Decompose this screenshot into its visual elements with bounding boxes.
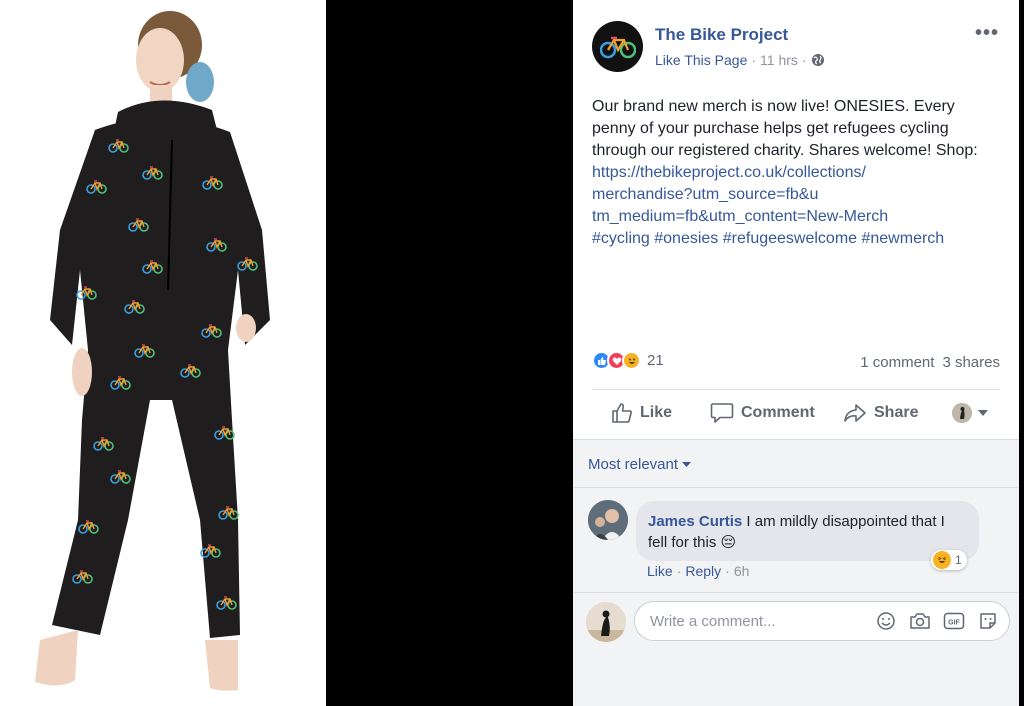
sticker-icon[interactable] <box>977 610 999 632</box>
shop-link-cont[interactable]: tm_medium=fb&utm_content=New-Merch <box>592 208 888 225</box>
speech-bubble-icon <box>710 403 734 423</box>
post-options-button[interactable]: ••• <box>975 22 999 45</box>
like-page-link[interactable]: Like This Page <box>655 52 747 68</box>
globe-icon <box>811 54 824 66</box>
meta-separator: · <box>751 52 757 68</box>
current-user-avatar <box>586 602 626 642</box>
image-viewer-background <box>326 0 573 706</box>
comment-like-link[interactable]: Like <box>647 563 673 579</box>
haha-reaction-icon <box>622 351 641 370</box>
comment-reaction-badge[interactable]: 1 <box>931 550 967 570</box>
post-as-selector[interactable] <box>952 403 988 423</box>
engagement-counts: 1 comment 3 shares <box>860 354 1000 371</box>
like-label: Like <box>640 404 673 421</box>
comment-button[interactable]: Comment <box>710 402 815 424</box>
reactions-summary[interactable]: 21 <box>592 351 664 370</box>
shop-label: Shop: <box>935 142 978 159</box>
meta-separator: · <box>676 563 682 579</box>
commenter-avatar[interactable] <box>588 500 628 540</box>
viewer-avatar <box>952 403 972 423</box>
share-count-link[interactable]: 3 shares <box>942 354 1000 371</box>
comment-bubble: James Curtis I am mildly disappointed th… <box>636 501 979 561</box>
haha-reaction-icon <box>933 551 951 569</box>
comment-input[interactable]: Write a comment... GIF <box>634 601 1010 641</box>
comment-reaction-count: 1 <box>955 553 962 567</box>
share-button[interactable]: Share <box>843 402 918 424</box>
hashtags[interactable]: #cycling #onesies #refugeeswelcome #newm… <box>592 230 944 247</box>
meta-separator: · <box>725 563 730 579</box>
comment-sort-dropdown[interactable]: Most relevant <box>588 456 692 473</box>
smiley-icon[interactable] <box>875 610 897 632</box>
shop-link[interactable]: https://thebikeproject.co.uk/collections… <box>592 164 866 181</box>
caret-down-icon <box>682 462 692 467</box>
like-button[interactable]: Like <box>611 402 672 424</box>
post-body: Our brand new merch is now live! ONESIES… <box>592 96 992 250</box>
camera-icon[interactable] <box>909 610 931 632</box>
viewer-edge <box>1019 0 1024 706</box>
comment-reply-link[interactable]: Reply <box>685 563 721 579</box>
divider <box>592 389 1000 390</box>
page-avatar[interactable] <box>592 21 643 72</box>
comment-emoji: 😔 <box>720 534 737 551</box>
comment-sort-label: Most relevant <box>588 456 679 473</box>
comment-actions: Like · Reply · 6h <box>647 563 749 579</box>
post-time[interactable]: 11 hrs <box>760 52 798 68</box>
reaction-count[interactable]: 21 <box>647 352 664 369</box>
bicycle-logo-icon <box>599 36 636 58</box>
onesie-model-illustration <box>35 11 270 691</box>
comment-input-placeholder: Write a comment... <box>650 613 776 630</box>
divider <box>573 592 1019 593</box>
meta-separator: · <box>801 52 807 68</box>
comment-label: Comment <box>741 404 815 421</box>
share-label: Share <box>874 404 919 421</box>
gif-icon[interactable]: GIF <box>943 610 965 632</box>
page-name-link[interactable]: The Bike Project <box>655 25 788 45</box>
post-meta: Like This Page · 11 hrs · <box>655 52 825 68</box>
post-body-text: Our brand new merch is now live! ONESIES… <box>592 98 955 159</box>
shop-link-cont[interactable]: merchandise?utm_source=fb&u <box>592 186 818 203</box>
divider <box>573 487 1019 488</box>
share-arrow-icon <box>844 404 866 422</box>
comment-time[interactable]: 6h <box>734 563 750 579</box>
svg-text:GIF: GIF <box>948 620 960 627</box>
comment-tools: GIF <box>875 610 999 632</box>
comments-section <box>573 439 1019 706</box>
facebook-post: The Bike Project Like This Page · 11 hrs… <box>573 0 1019 706</box>
thumbs-up-icon <box>612 403 632 423</box>
product-photo[interactable] <box>0 0 326 706</box>
comment-count-link[interactable]: 1 comment <box>860 354 934 371</box>
caret-down-icon <box>978 410 988 416</box>
comment-author-link[interactable]: James Curtis <box>648 513 742 530</box>
divider <box>573 439 1019 440</box>
